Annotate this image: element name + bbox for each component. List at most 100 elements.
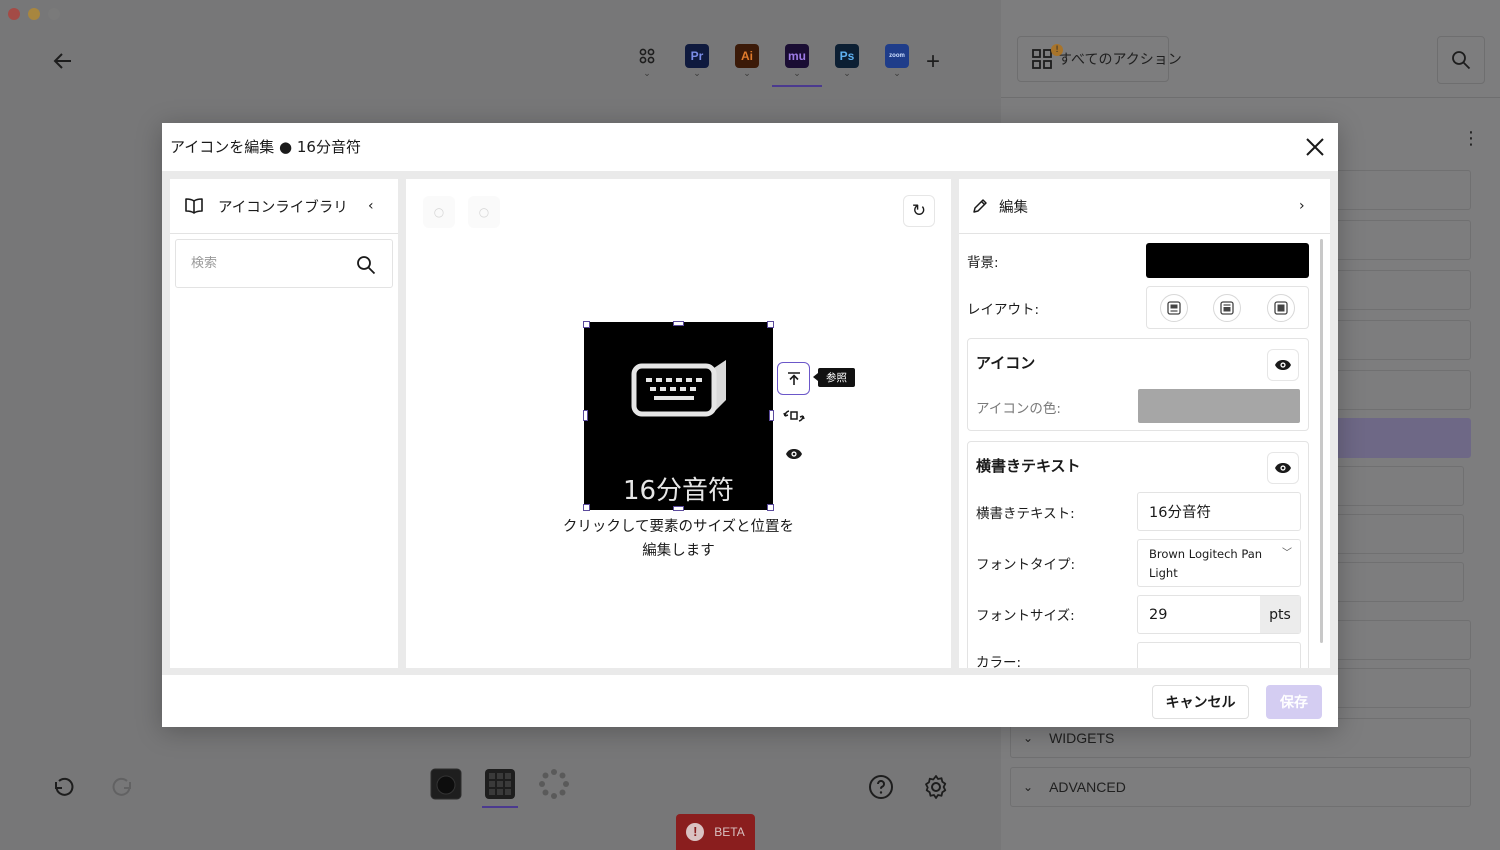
edit-panel: 編集 › 背景: レイアウト: アイコン アイコンの色: 横書きテキスト 横書き… <box>959 179 1330 668</box>
add-app-icon[interactable]: + <box>926 48 940 76</box>
icon-settings-card: アイコン アイコンの色: <box>967 338 1309 431</box>
text-visibility-toggle[interactable] <box>1267 452 1299 484</box>
dialog-header: アイコンを編集 ● 16分音符 <box>162 123 1338 171</box>
tab-radial-view[interactable] <box>538 768 570 804</box>
resize-handle[interactable] <box>583 410 588 421</box>
chevron-down-icon: ⌄ <box>1023 731 1034 745</box>
all-actions-button[interactable]: ! すべてのアクション <box>1017 36 1182 82</box>
font-size-label: フォントサイズ: <box>976 608 1075 624</box>
resize-handle[interactable] <box>583 321 590 328</box>
icon-library-header: アイコンライブラリ ‹ <box>170 179 398 234</box>
cancel-button[interactable]: キャンセル <box>1152 685 1249 719</box>
resize-handle[interactable] <box>767 504 774 511</box>
tab-all-apps[interactable]: ⌄ <box>622 44 672 88</box>
chevron-down-icon: ⌄ <box>693 69 701 79</box>
icon-search-box <box>175 239 393 288</box>
font-size-unit: pts <box>1260 596 1300 633</box>
visibility-button[interactable] <box>777 437 810 470</box>
tab-mu[interactable]: mu ⌄ <box>772 44 822 88</box>
text-input[interactable]: 16分音符 <box>1137 492 1301 531</box>
chevron-left-icon[interactable]: ‹ <box>368 198 374 214</box>
window-zoom-dot[interactable] <box>48 8 60 20</box>
icon-preview[interactable]: 16分音符 <box>583 321 774 511</box>
resize-handle[interactable] <box>673 321 684 326</box>
tab-premiere[interactable]: Pr ⌄ <box>672 44 722 88</box>
text-settings-card: 横書きテキスト 横書きテキスト: 16分音符 フォントタイプ: Brown Lo… <box>967 441 1309 668</box>
help-icon[interactable] <box>868 774 894 800</box>
window-minimize-dot[interactable] <box>28 8 40 20</box>
device-view-tabs <box>430 768 570 808</box>
side-search-button[interactable] <box>1437 36 1485 84</box>
chevron-right-icon[interactable]: › <box>1299 198 1305 214</box>
tab-dial-view[interactable] <box>430 768 462 804</box>
chevron-down-icon: ⌄ <box>643 69 651 79</box>
gear-icon[interactable] <box>923 774 949 800</box>
search-icon[interactable] <box>356 255 376 275</box>
beta-badge[interactable]: ! BETA <box>676 814 755 850</box>
notification-badge: ! <box>1051 44 1063 56</box>
section-advanced[interactable]: ⌄ ADVANCED <box>1010 767 1471 807</box>
tab-keypad-view[interactable] <box>482 768 518 808</box>
browse-tooltip: 参照 <box>813 368 855 387</box>
background-color-swatch[interactable] <box>1146 243 1309 278</box>
keypad-icon <box>485 769 515 799</box>
search-icon <box>1452 51 1471 70</box>
redo-icon[interactable] <box>110 774 136 800</box>
tab-photoshop[interactable]: Ps ⌄ <box>822 44 872 88</box>
premiere-app-icon: Pr <box>685 44 709 68</box>
apps-grid-icon <box>635 44 659 68</box>
font-type-value: Brown Logitech Pan Light <box>1149 547 1263 580</box>
layout-option-2[interactable] <box>1213 293 1242 322</box>
icon-search-input[interactable] <box>191 256 351 271</box>
dial-icon <box>430 768 462 800</box>
text-color-swatch[interactable] <box>1137 642 1301 668</box>
layout-label: レイアウト: <box>967 302 1040 318</box>
chevron-down-icon: ﹀ <box>1282 548 1292 559</box>
resize-handle[interactable] <box>583 504 590 511</box>
layout-options <box>1146 286 1309 329</box>
font-type-select[interactable]: Brown Logitech Pan Light ﹀ <box>1137 539 1301 587</box>
save-button[interactable]: 保存 <box>1266 685 1322 719</box>
swap-icon <box>782 409 805 422</box>
font-size-input[interactable]: 29 pts <box>1137 595 1301 634</box>
text-section-title: 横書きテキスト <box>976 457 1081 475</box>
resize-handle[interactable] <box>673 506 684 511</box>
eye-icon <box>1275 360 1291 370</box>
edit-panel-header: 編集 › <box>959 179 1330 234</box>
close-icon[interactable] <box>1299 135 1331 159</box>
undo-disabled-icon[interactable]: ○ <box>423 196 455 228</box>
more-options-icon[interactable]: ⋮ <box>1462 130 1480 148</box>
alert-icon: ! <box>686 823 705 841</box>
book-icon <box>185 198 203 214</box>
icon-section-title: アイコン <box>976 354 1036 372</box>
swap-icon-button[interactable] <box>777 399 810 432</box>
dialog-title: アイコンを編集 ● 16分音符 <box>170 138 361 156</box>
icon-color-label: アイコンの色: <box>976 401 1061 417</box>
layout-option-3[interactable] <box>1267 293 1296 322</box>
section-label: WIDGETS <box>1049 730 1115 746</box>
icon-color-swatch[interactable] <box>1138 389 1300 423</box>
back-arrow-icon[interactable] <box>50 48 76 74</box>
eye-icon <box>785 448 802 459</box>
resize-handle[interactable] <box>767 321 774 328</box>
icon-library-panel: アイコンライブラリ ‹ <box>170 179 398 668</box>
tab-zoom[interactable]: zoom ⌄ <box>872 44 922 88</box>
eye-icon <box>1275 463 1291 473</box>
edit-panel-scrollbar[interactable] <box>1320 239 1323 643</box>
chevron-down-icon: ⌄ <box>1023 780 1034 794</box>
layout-icon <box>1220 300 1235 315</box>
pencil-icon <box>973 199 987 213</box>
background-label: 背景: <box>967 255 999 271</box>
layout-icon <box>1274 300 1288 315</box>
reset-icon[interactable]: ↻ <box>903 195 935 227</box>
redo-disabled-icon[interactable]: ○ <box>468 196 500 228</box>
icon-visibility-toggle[interactable] <box>1267 349 1299 381</box>
undo-icon[interactable] <box>50 774 76 800</box>
tab-illustrator[interactable]: Ai ⌄ <box>722 44 772 88</box>
upload-icon <box>787 371 800 385</box>
font-size-value: 29 <box>1149 606 1168 623</box>
window-close-dot[interactable] <box>8 8 20 20</box>
resize-handle[interactable] <box>769 410 774 421</box>
layout-option-1[interactable] <box>1159 293 1188 322</box>
upload-browse-button[interactable] <box>777 362 810 395</box>
